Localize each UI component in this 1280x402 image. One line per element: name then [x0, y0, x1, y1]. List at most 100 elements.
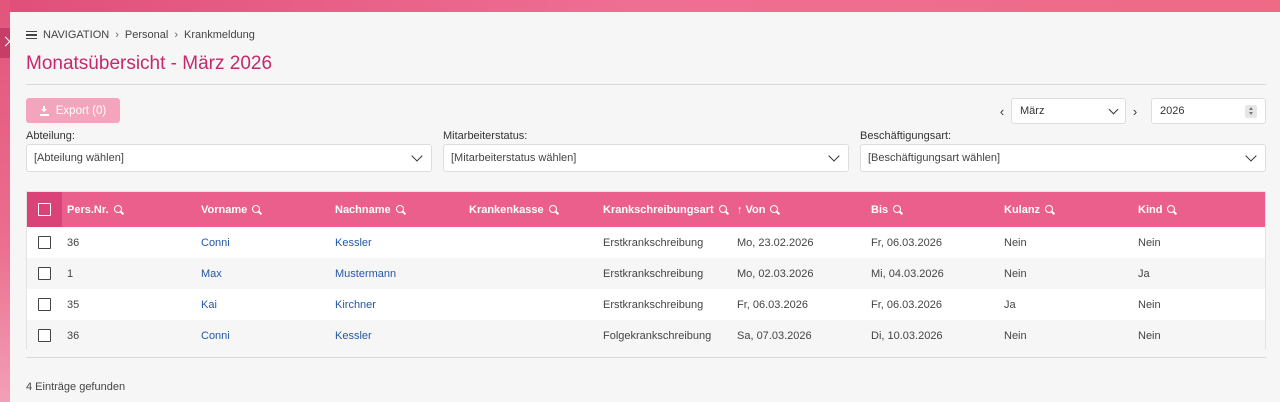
export-button[interactable]: Export (0) — [26, 98, 120, 123]
column-label: Von — [745, 203, 766, 216]
select-all-checkbox[interactable] — [38, 203, 51, 216]
abteilung-select[interactable]: [Abteilung wählen] — [26, 144, 432, 172]
chevron-right-icon: › — [174, 29, 178, 41]
cell-kulanz: Ja — [1004, 298, 1016, 311]
result-count: 4 Einträge gefunden — [26, 381, 126, 393]
column-header-von[interactable]: ↑ Von — [737, 204, 780, 216]
cell-vorname[interactable]: Conni — [201, 330, 230, 342]
chevron-down-icon — [411, 150, 423, 162]
breadcrumb-navigation[interactable]: NAVIGATION — [43, 29, 109, 41]
month-value: März — [1020, 105, 1045, 117]
divider — [26, 357, 1266, 358]
column-header-krankenkasse[interactable]: Krankenkasse — [469, 204, 559, 216]
month-navigation: ‹ März › — [995, 98, 1142, 124]
table-row[interactable]: 36 Conni Kessler Erstkrankschreibung Mo,… — [27, 227, 1265, 258]
divider — [26, 84, 1266, 85]
cell-art: Folgekrankschreibung — [603, 329, 712, 342]
cell-vorname[interactable]: Max — [201, 268, 222, 280]
previous-month-button[interactable]: ‹ — [995, 99, 1009, 123]
cell-kulanz: Nein — [1004, 267, 1027, 280]
cell-nachname[interactable]: Kirchner — [335, 299, 376, 311]
row-checkbox[interactable] — [38, 298, 51, 311]
column-header-kind[interactable]: Kind — [1138, 204, 1177, 216]
cell-nachname[interactable]: Kessler — [335, 330, 372, 342]
filter-label: Beschäftigungsart: — [860, 130, 952, 142]
cell-persnr: 36 — [67, 329, 80, 342]
search-icon[interactable] — [1045, 204, 1055, 215]
mitarbeiterstatus-value: [Mitarbeiterstatus wählen] — [451, 152, 577, 164]
search-icon[interactable] — [548, 204, 559, 215]
cell-vorname[interactable]: Conni — [201, 237, 230, 249]
expand-chevron-icon[interactable] — [0, 28, 10, 58]
year-value: 2026 — [1160, 105, 1185, 117]
cell-persnr: 35 — [67, 298, 80, 311]
column-label: Bis — [871, 203, 889, 216]
chevron-right-icon: › — [115, 29, 119, 41]
column-header-persnr[interactable]: Pers.Nr. — [67, 204, 124, 216]
column-header-krankschreibungsart[interactable]: Krankschreibungsart — [603, 204, 729, 216]
year-spinner[interactable] — [1245, 104, 1257, 118]
cell-kind: Nein — [1138, 236, 1161, 249]
column-label: Vorname — [201, 203, 248, 216]
cell-art: Erstkrankschreibung — [603, 236, 704, 249]
side-rail[interactable] — [0, 0, 10, 402]
breadcrumb-krankmeldung[interactable]: Krankmeldung — [184, 29, 255, 41]
beschaeftigungsart-select[interactable]: [Beschäftigungsart wählen] — [860, 144, 1266, 172]
table-row[interactable]: 36 Conni Kessler Folgekrankschreibung Sa… — [27, 320, 1265, 351]
column-header-vorname[interactable]: Vorname — [201, 204, 262, 216]
cell-nachname[interactable]: Kessler — [335, 237, 372, 249]
breadcrumb: NAVIGATION › Personal › Krankmeldung — [26, 29, 255, 41]
cell-vorname[interactable]: Kai — [201, 299, 217, 311]
cell-bis: Fr, 06.03.2026 — [871, 298, 942, 311]
cell-kind: Ja — [1138, 267, 1150, 280]
table-header: Pers.Nr. Vorname Nachname Krankenkasse K… — [27, 192, 1265, 227]
column-label: Nachname — [335, 203, 391, 216]
column-header-nachname[interactable]: Nachname — [335, 204, 406, 216]
column-header-kulanz[interactable]: Kulanz — [1004, 204, 1055, 216]
year-input[interactable]: 2026 — [1151, 98, 1266, 124]
table-row[interactable]: 35 Kai Kirchner Erstkrankschreibung Fr, … — [27, 289, 1265, 320]
cell-art: Erstkrankschreibung — [603, 267, 704, 280]
row-checkbox[interactable] — [38, 236, 51, 249]
select-all-cell — [27, 192, 62, 227]
cell-kulanz: Nein — [1004, 236, 1027, 249]
table-row[interactable]: 1 Max Mustermann Erstkrankschreibung Mo,… — [27, 258, 1265, 289]
main-content: NAVIGATION › Personal › Krankmeldung Mon… — [10, 12, 1280, 402]
cell-von: Mo, 23.02.2026 — [737, 236, 814, 249]
cell-bis: Di, 10.03.2026 — [871, 329, 943, 342]
column-label: Krankschreibungsart — [603, 203, 714, 216]
row-checkbox[interactable] — [38, 267, 51, 280]
month-select[interactable]: März — [1011, 98, 1126, 124]
search-icon[interactable] — [718, 204, 729, 215]
sick-leave-table: Pers.Nr. Vorname Nachname Krankenkasse K… — [26, 191, 1266, 351]
search-icon[interactable] — [395, 204, 406, 215]
search-icon[interactable] — [893, 204, 903, 215]
sort-ascending-icon: ↑ — [737, 203, 743, 216]
cell-persnr: 36 — [67, 236, 80, 249]
abteilung-value: [Abteilung wählen] — [34, 152, 124, 164]
next-month-button[interactable]: › — [1128, 99, 1142, 123]
breadcrumb-personal[interactable]: Personal — [125, 29, 168, 41]
search-icon[interactable] — [770, 204, 780, 215]
download-icon — [39, 105, 49, 116]
cell-kind: Nein — [1138, 298, 1161, 311]
column-label: Kind — [1138, 203, 1163, 216]
search-icon[interactable] — [113, 204, 124, 215]
row-checkbox[interactable] — [38, 329, 51, 342]
beschaeftigungsart-value: [Beschäftigungsart wählen] — [868, 152, 1001, 164]
cell-bis: Fr, 06.03.2026 — [871, 236, 942, 249]
cell-von: Fr, 06.03.2026 — [737, 298, 808, 311]
export-label: Export (0) — [55, 104, 107, 117]
mitarbeiterstatus-select[interactable]: [Mitarbeiterstatus wählen] — [443, 144, 849, 172]
top-accent-bar — [0, 0, 1280, 12]
menu-icon[interactable] — [26, 30, 37, 40]
column-label: Pers.Nr. — [67, 203, 109, 216]
column-header-bis[interactable]: Bis — [871, 204, 903, 216]
filter-mitarbeiterstatus: Mitarbeiterstatus: [Mitarbeiterstatus wä… — [443, 130, 849, 172]
search-icon[interactable] — [1167, 204, 1177, 215]
cell-kulanz: Nein — [1004, 329, 1027, 342]
search-icon[interactable] — [252, 204, 262, 215]
cell-nachname[interactable]: Mustermann — [335, 268, 396, 280]
chevron-down-icon — [828, 150, 840, 162]
chevron-down-icon — [1245, 150, 1257, 162]
